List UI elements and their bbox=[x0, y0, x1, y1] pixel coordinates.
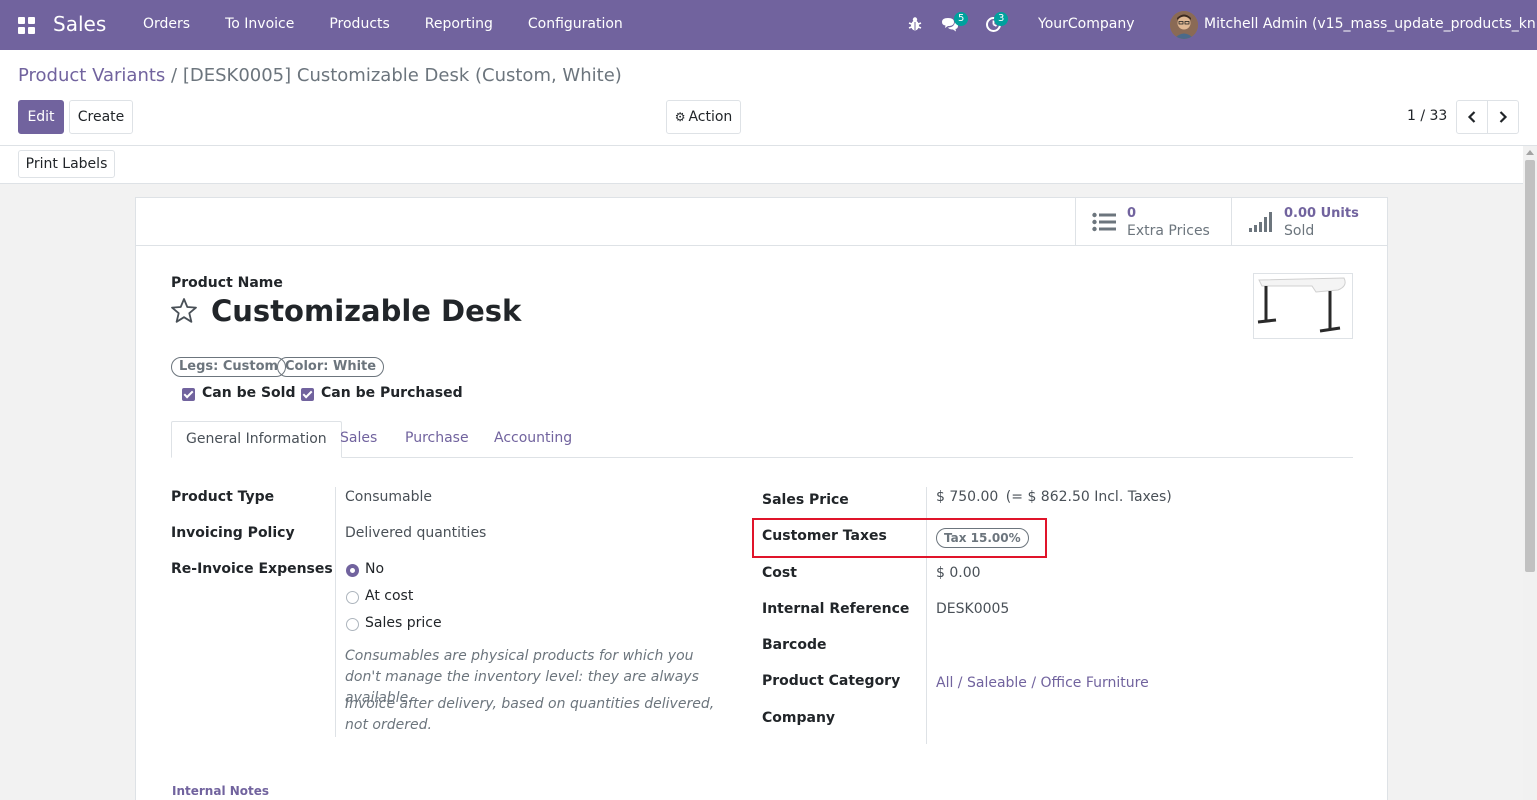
avatar-face-icon bbox=[1170, 11, 1198, 39]
chevron-right-icon bbox=[1499, 111, 1508, 123]
tab-sales[interactable]: Sales bbox=[326, 421, 391, 458]
sales-price-value: $ 750.00 (= $ 862.50 Incl. Taxes) bbox=[936, 489, 1172, 505]
invoice-policy-help-text: Invoice after delivery, based on quantit… bbox=[345, 696, 715, 733]
can-be-purchased-checkbox[interactable] bbox=[301, 388, 314, 401]
user-menu[interactable]: Mitchell Admin (v15_mass_update_products… bbox=[1204, 16, 1537, 32]
left-column-divider bbox=[335, 487, 336, 737]
reinvoice-at-cost-label[interactable]: At cost bbox=[365, 588, 413, 604]
units-sold-button[interactable]: 0.00 Units Sold bbox=[1231, 198, 1388, 246]
list-icon bbox=[1092, 212, 1116, 232]
vertical-scrollbar[interactable] bbox=[1523, 146, 1537, 800]
extra-prices-count: 0 bbox=[1127, 206, 1137, 221]
company-label: Company bbox=[762, 710, 836, 726]
sales-price-label: Sales Price bbox=[762, 492, 849, 508]
chevron-left-icon bbox=[1467, 111, 1476, 123]
cost-value: $ 0.00 bbox=[936, 565, 981, 581]
internal-reference-label: Internal Reference bbox=[762, 601, 910, 617]
menu-configuration[interactable]: Configuration bbox=[528, 16, 623, 32]
invoicing-policy-label: Invoicing Policy bbox=[171, 525, 295, 541]
scrollbar-thumb[interactable] bbox=[1525, 160, 1535, 572]
form-sheet: 0 Extra Prices 0.00 Units Sold Product N… bbox=[135, 197, 1388, 800]
barcode-label: Barcode bbox=[762, 637, 827, 653]
main-menu: Orders To Invoice Products Reporting Con… bbox=[143, 16, 658, 32]
menu-to-invoice[interactable]: To Invoice bbox=[225, 16, 294, 32]
internal-reference-value: DESK0005 bbox=[936, 601, 1010, 617]
breadcrumb-separator: / bbox=[171, 65, 178, 86]
attribute-tag-color: Color: White bbox=[277, 357, 385, 377]
reinvoice-sales-price-label[interactable]: Sales price bbox=[365, 615, 442, 631]
control-panel: Product Variants / [DESK0005] Customizab… bbox=[0, 50, 1537, 146]
action-label: Action bbox=[688, 109, 733, 125]
reinvoice-at-cost-radio[interactable] bbox=[346, 591, 359, 604]
product-image[interactable] bbox=[1253, 273, 1353, 339]
sales-price-amount: $ 750.00 bbox=[936, 489, 999, 505]
tab-accounting[interactable]: Accounting bbox=[480, 421, 586, 458]
product-name-title: Customizable Desk bbox=[211, 294, 522, 328]
gear-icon: ⚙ bbox=[674, 110, 686, 124]
user-avatar[interactable] bbox=[1170, 11, 1198, 39]
menu-orders[interactable]: Orders bbox=[143, 16, 190, 32]
edit-button[interactable]: Edit bbox=[18, 100, 64, 134]
bar-chart-icon bbox=[1249, 212, 1272, 232]
desk-image bbox=[1257, 277, 1346, 333]
reinvoice-sales-price-radio[interactable] bbox=[346, 618, 359, 631]
smart-button-box: 0 Extra Prices 0.00 Units Sold bbox=[136, 198, 1387, 246]
cost-label: Cost bbox=[762, 565, 797, 581]
units-sold-value: 0.00 Units bbox=[1284, 206, 1359, 221]
can-be-sold-checkbox[interactable] bbox=[182, 388, 195, 401]
pager-next-button[interactable] bbox=[1487, 100, 1519, 134]
scroll-up-arrow-icon[interactable] bbox=[1526, 150, 1534, 155]
chat-count-badge: 5 bbox=[954, 12, 969, 26]
company-switcher[interactable]: YourCompany bbox=[1038, 16, 1135, 32]
activity-count-badge: 3 bbox=[994, 12, 1009, 26]
can-be-sold-label[interactable]: Can be Sold bbox=[202, 385, 295, 401]
extra-prices-label: Extra Prices bbox=[1127, 223, 1210, 239]
pager-previous-button[interactable] bbox=[1456, 100, 1488, 134]
product-name-label: Product Name bbox=[171, 275, 283, 291]
product-type-label: Product Type bbox=[171, 489, 275, 505]
units-sold-label: Sold bbox=[1284, 223, 1315, 239]
attribute-tag-legs: Legs: Custom bbox=[171, 357, 287, 377]
product-category-label: Product Category bbox=[762, 673, 901, 689]
invoicing-policy-value: Delivered quantities bbox=[345, 525, 487, 541]
breadcrumb-current: [DESK0005] Customizable Desk (Custom, Wh… bbox=[182, 65, 622, 86]
sales-price-incl-taxes: (= $ 862.50 Incl. Taxes) bbox=[1005, 489, 1172, 505]
app-name[interactable]: Sales bbox=[53, 12, 106, 36]
favorite-star-icon[interactable] bbox=[170, 297, 198, 325]
reinvoice-no-radio[interactable] bbox=[346, 564, 359, 577]
apps-menu-icon[interactable] bbox=[18, 17, 35, 34]
internal-notes-label: Internal Notes bbox=[172, 784, 270, 798]
menu-reporting[interactable]: Reporting bbox=[425, 16, 493, 32]
can-be-purchased-label[interactable]: Can be Purchased bbox=[321, 385, 463, 401]
reinvoice-no-label[interactable]: No bbox=[365, 561, 384, 577]
product-type-value: Consumable bbox=[345, 489, 432, 505]
create-button[interactable]: Create bbox=[69, 100, 133, 134]
debug-bug-icon[interactable] bbox=[907, 16, 923, 32]
print-labels-button[interactable]: Print Labels bbox=[18, 150, 115, 178]
pager-value[interactable]: 1 / 33 bbox=[1407, 108, 1447, 124]
tab-purchase[interactable]: Purchase bbox=[391, 421, 483, 458]
breadcrumb-product-variants[interactable]: Product Variants bbox=[18, 65, 165, 86]
reinvoice-expenses-label: Re-Invoice Expenses bbox=[171, 561, 333, 577]
top-navbar: Sales Orders To Invoice Products Reporti… bbox=[0, 0, 1537, 50]
notebook-tabs: General Information Sales Purchase Accou… bbox=[171, 421, 1353, 458]
breadcrumb: Product Variants / [DESK0005] Customizab… bbox=[18, 65, 622, 86]
form-statusbar: Print Labels bbox=[0, 146, 1537, 184]
extra-prices-button[interactable]: 0 Extra Prices bbox=[1075, 198, 1232, 246]
action-button[interactable]: ⚙ Action bbox=[666, 100, 741, 134]
product-category-link[interactable]: All / Saleable / Office Furniture bbox=[936, 675, 1149, 691]
highlight-annotation-box bbox=[752, 518, 1047, 558]
menu-products[interactable]: Products bbox=[329, 16, 389, 32]
tab-general-information[interactable]: General Information bbox=[171, 421, 342, 458]
